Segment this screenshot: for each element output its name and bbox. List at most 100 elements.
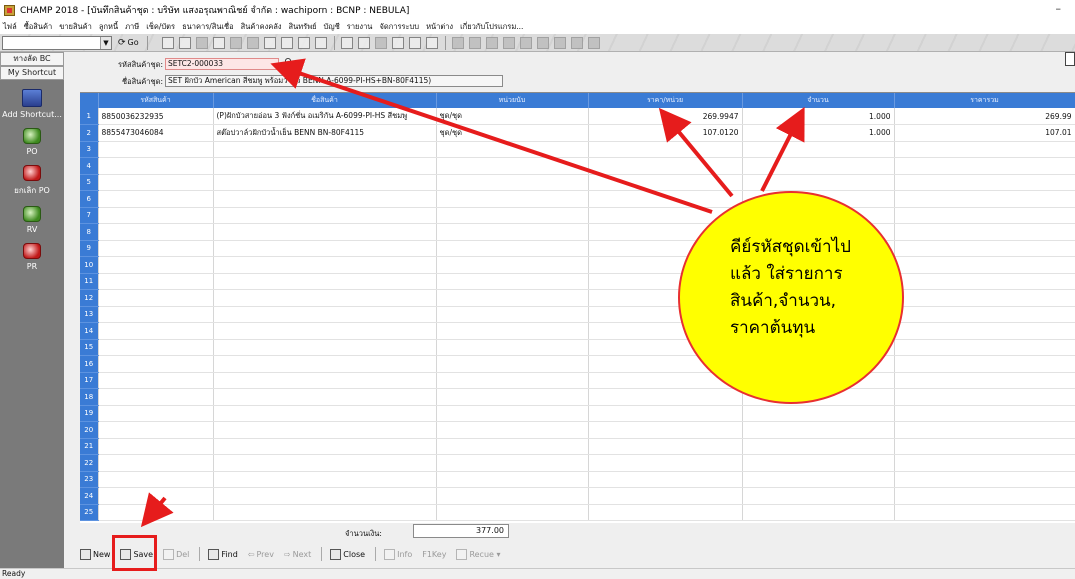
sidebar-item-po[interactable]: PO bbox=[0, 128, 64, 156]
item-unit-cell[interactable] bbox=[436, 388, 589, 406]
item-qty-cell[interactable] bbox=[742, 454, 895, 472]
grid-header-total[interactable]: ราคารวม bbox=[894, 93, 1075, 108]
delete-button[interactable]: Del bbox=[163, 548, 189, 560]
item-name-cell[interactable] bbox=[213, 471, 437, 488]
item-name-cell[interactable] bbox=[213, 190, 437, 208]
item-price-cell[interactable] bbox=[588, 388, 743, 406]
item-unit-cell[interactable] bbox=[436, 421, 589, 439]
item-name-cell[interactable] bbox=[213, 421, 437, 439]
item-code-cell[interactable] bbox=[98, 174, 214, 191]
calculator-icon[interactable] bbox=[408, 36, 421, 49]
item-price-cell[interactable]: 107.0120 bbox=[588, 124, 743, 142]
menu-item[interactable]: เกี่ยวกับโปรแกรม... bbox=[460, 21, 523, 33]
delete-icon[interactable] bbox=[195, 36, 208, 49]
set-code-input[interactable]: SETC2-000033 bbox=[165, 58, 279, 70]
chevron-down-icon[interactable]: ▼ bbox=[100, 36, 111, 49]
item-qty-cell[interactable] bbox=[742, 421, 895, 439]
menu-item[interactable]: ภาษี bbox=[125, 21, 139, 33]
grid-header-price[interactable]: ราคา/หน่วย bbox=[588, 93, 743, 108]
grid-header-name[interactable]: ชื่อสินค้า bbox=[213, 93, 437, 108]
menu-item[interactable]: รายงาน bbox=[347, 21, 373, 33]
item-unit-cell[interactable] bbox=[436, 454, 589, 472]
filter-icon[interactable] bbox=[357, 36, 370, 49]
item-code-cell[interactable] bbox=[98, 388, 214, 406]
item-name-cell[interactable] bbox=[213, 355, 437, 373]
item-name-cell[interactable] bbox=[213, 405, 437, 422]
item-code-cell[interactable] bbox=[98, 421, 214, 439]
print-icon[interactable] bbox=[314, 36, 327, 49]
table-row[interactable]: 8 bbox=[80, 223, 1075, 241]
item-code-cell[interactable] bbox=[98, 372, 214, 389]
menu-item[interactable]: จัดการระบบ bbox=[379, 21, 419, 33]
item-price-cell[interactable] bbox=[588, 157, 743, 175]
table-row[interactable]: 14 bbox=[80, 322, 1075, 340]
item-name-cell[interactable] bbox=[213, 223, 437, 241]
item-unit-cell[interactable] bbox=[436, 471, 589, 488]
item-unit-cell[interactable] bbox=[436, 256, 589, 274]
item-qty-cell[interactable]: 1.000 bbox=[742, 108, 895, 125]
shortcut-combo[interactable]: ▼ bbox=[2, 35, 112, 50]
item-name-cell[interactable] bbox=[213, 454, 437, 472]
menu-item[interactable]: หน้าต่าง bbox=[426, 21, 453, 33]
find-button[interactable]: Find bbox=[208, 548, 238, 560]
menu-item[interactable]: ซื้อสินค้า bbox=[24, 21, 53, 33]
next-icon[interactable] bbox=[246, 36, 259, 49]
table-row[interactable]: 11 bbox=[80, 273, 1075, 290]
item-code-cell[interactable] bbox=[98, 273, 214, 290]
item-code-cell[interactable] bbox=[98, 438, 214, 455]
refresh-icon[interactable] bbox=[297, 36, 310, 49]
find-icon[interactable] bbox=[212, 36, 225, 49]
sidebar-item-add-shortcut[interactable]: Add Shortcut... bbox=[0, 89, 64, 119]
table-row[interactable]: 21 bbox=[80, 438, 1075, 455]
item-unit-cell[interactable] bbox=[436, 141, 589, 158]
item-unit-cell[interactable] bbox=[436, 355, 589, 373]
item-code-cell[interactable] bbox=[98, 355, 214, 373]
table-row[interactable]: 25 bbox=[80, 504, 1075, 521]
item-price-cell[interactable] bbox=[588, 141, 743, 158]
item-code-cell[interactable] bbox=[98, 223, 214, 241]
item-unit-cell[interactable] bbox=[436, 339, 589, 356]
item-code-cell[interactable] bbox=[98, 157, 214, 175]
item-name-cell[interactable] bbox=[213, 372, 437, 389]
item-qty-cell[interactable] bbox=[742, 157, 895, 175]
table-row[interactable]: 23 bbox=[80, 471, 1075, 488]
item-qty-cell[interactable] bbox=[742, 174, 895, 191]
recue-button[interactable]: Recue ▾ bbox=[456, 548, 501, 560]
item-price-cell[interactable]: 269.9947 bbox=[588, 108, 743, 125]
table-row[interactable]: 16 bbox=[80, 355, 1075, 373]
item-qty-cell[interactable]: 1.000 bbox=[742, 124, 895, 142]
last-icon[interactable] bbox=[280, 36, 293, 49]
item-name-cell[interactable] bbox=[213, 504, 437, 521]
save-icon[interactable] bbox=[178, 36, 191, 49]
table-row[interactable]: 10 bbox=[80, 256, 1075, 274]
table-row[interactable]: 7 bbox=[80, 207, 1075, 224]
minimize-button[interactable]: – bbox=[1056, 2, 1062, 15]
table-row[interactable]: 13 bbox=[80, 306, 1075, 323]
item-name-cell[interactable] bbox=[213, 240, 437, 257]
table-row[interactable]: 6 bbox=[80, 190, 1075, 208]
item-unit-cell[interactable]: ชุด/ชุด bbox=[436, 108, 589, 125]
item-name-cell[interactable] bbox=[213, 487, 437, 505]
item-unit-cell[interactable] bbox=[436, 504, 589, 521]
clock-icon[interactable] bbox=[425, 36, 438, 49]
sidebar-item-rv[interactable]: RV bbox=[0, 206, 64, 234]
item-qty-cell[interactable] bbox=[742, 438, 895, 455]
item-qty-cell[interactable] bbox=[742, 504, 895, 521]
grid-header-code[interactable]: รหัสสินค้า bbox=[98, 93, 214, 108]
item-name-cell[interactable] bbox=[213, 256, 437, 274]
edit-icon[interactable] bbox=[340, 36, 353, 49]
table-row[interactable]: 2 8855473046084 สต๊อปวาล์วฝักบัวน้ำเย็น BE… bbox=[80, 124, 1075, 142]
item-code-cell[interactable]: 8850036232935 bbox=[98, 108, 214, 125]
table-row[interactable]: 9 bbox=[80, 240, 1075, 257]
item-code-cell[interactable] bbox=[98, 289, 214, 307]
item-name-cell[interactable] bbox=[213, 322, 437, 340]
item-price-cell[interactable] bbox=[588, 454, 743, 472]
item-name-cell[interactable] bbox=[213, 388, 437, 406]
item-name-cell[interactable]: สต๊อปวาล์วฝักบัวน้ำเย็น BENN BN-80F4115 bbox=[213, 124, 437, 142]
menu-item[interactable]: สินค้าคงคลัง bbox=[241, 21, 282, 33]
item-code-cell[interactable] bbox=[98, 190, 214, 208]
table-row[interactable]: 5 bbox=[80, 174, 1075, 191]
menu-item[interactable]: บัญชี bbox=[324, 21, 340, 33]
item-code-cell[interactable] bbox=[98, 306, 214, 323]
item-name-cell[interactable] bbox=[213, 273, 437, 290]
